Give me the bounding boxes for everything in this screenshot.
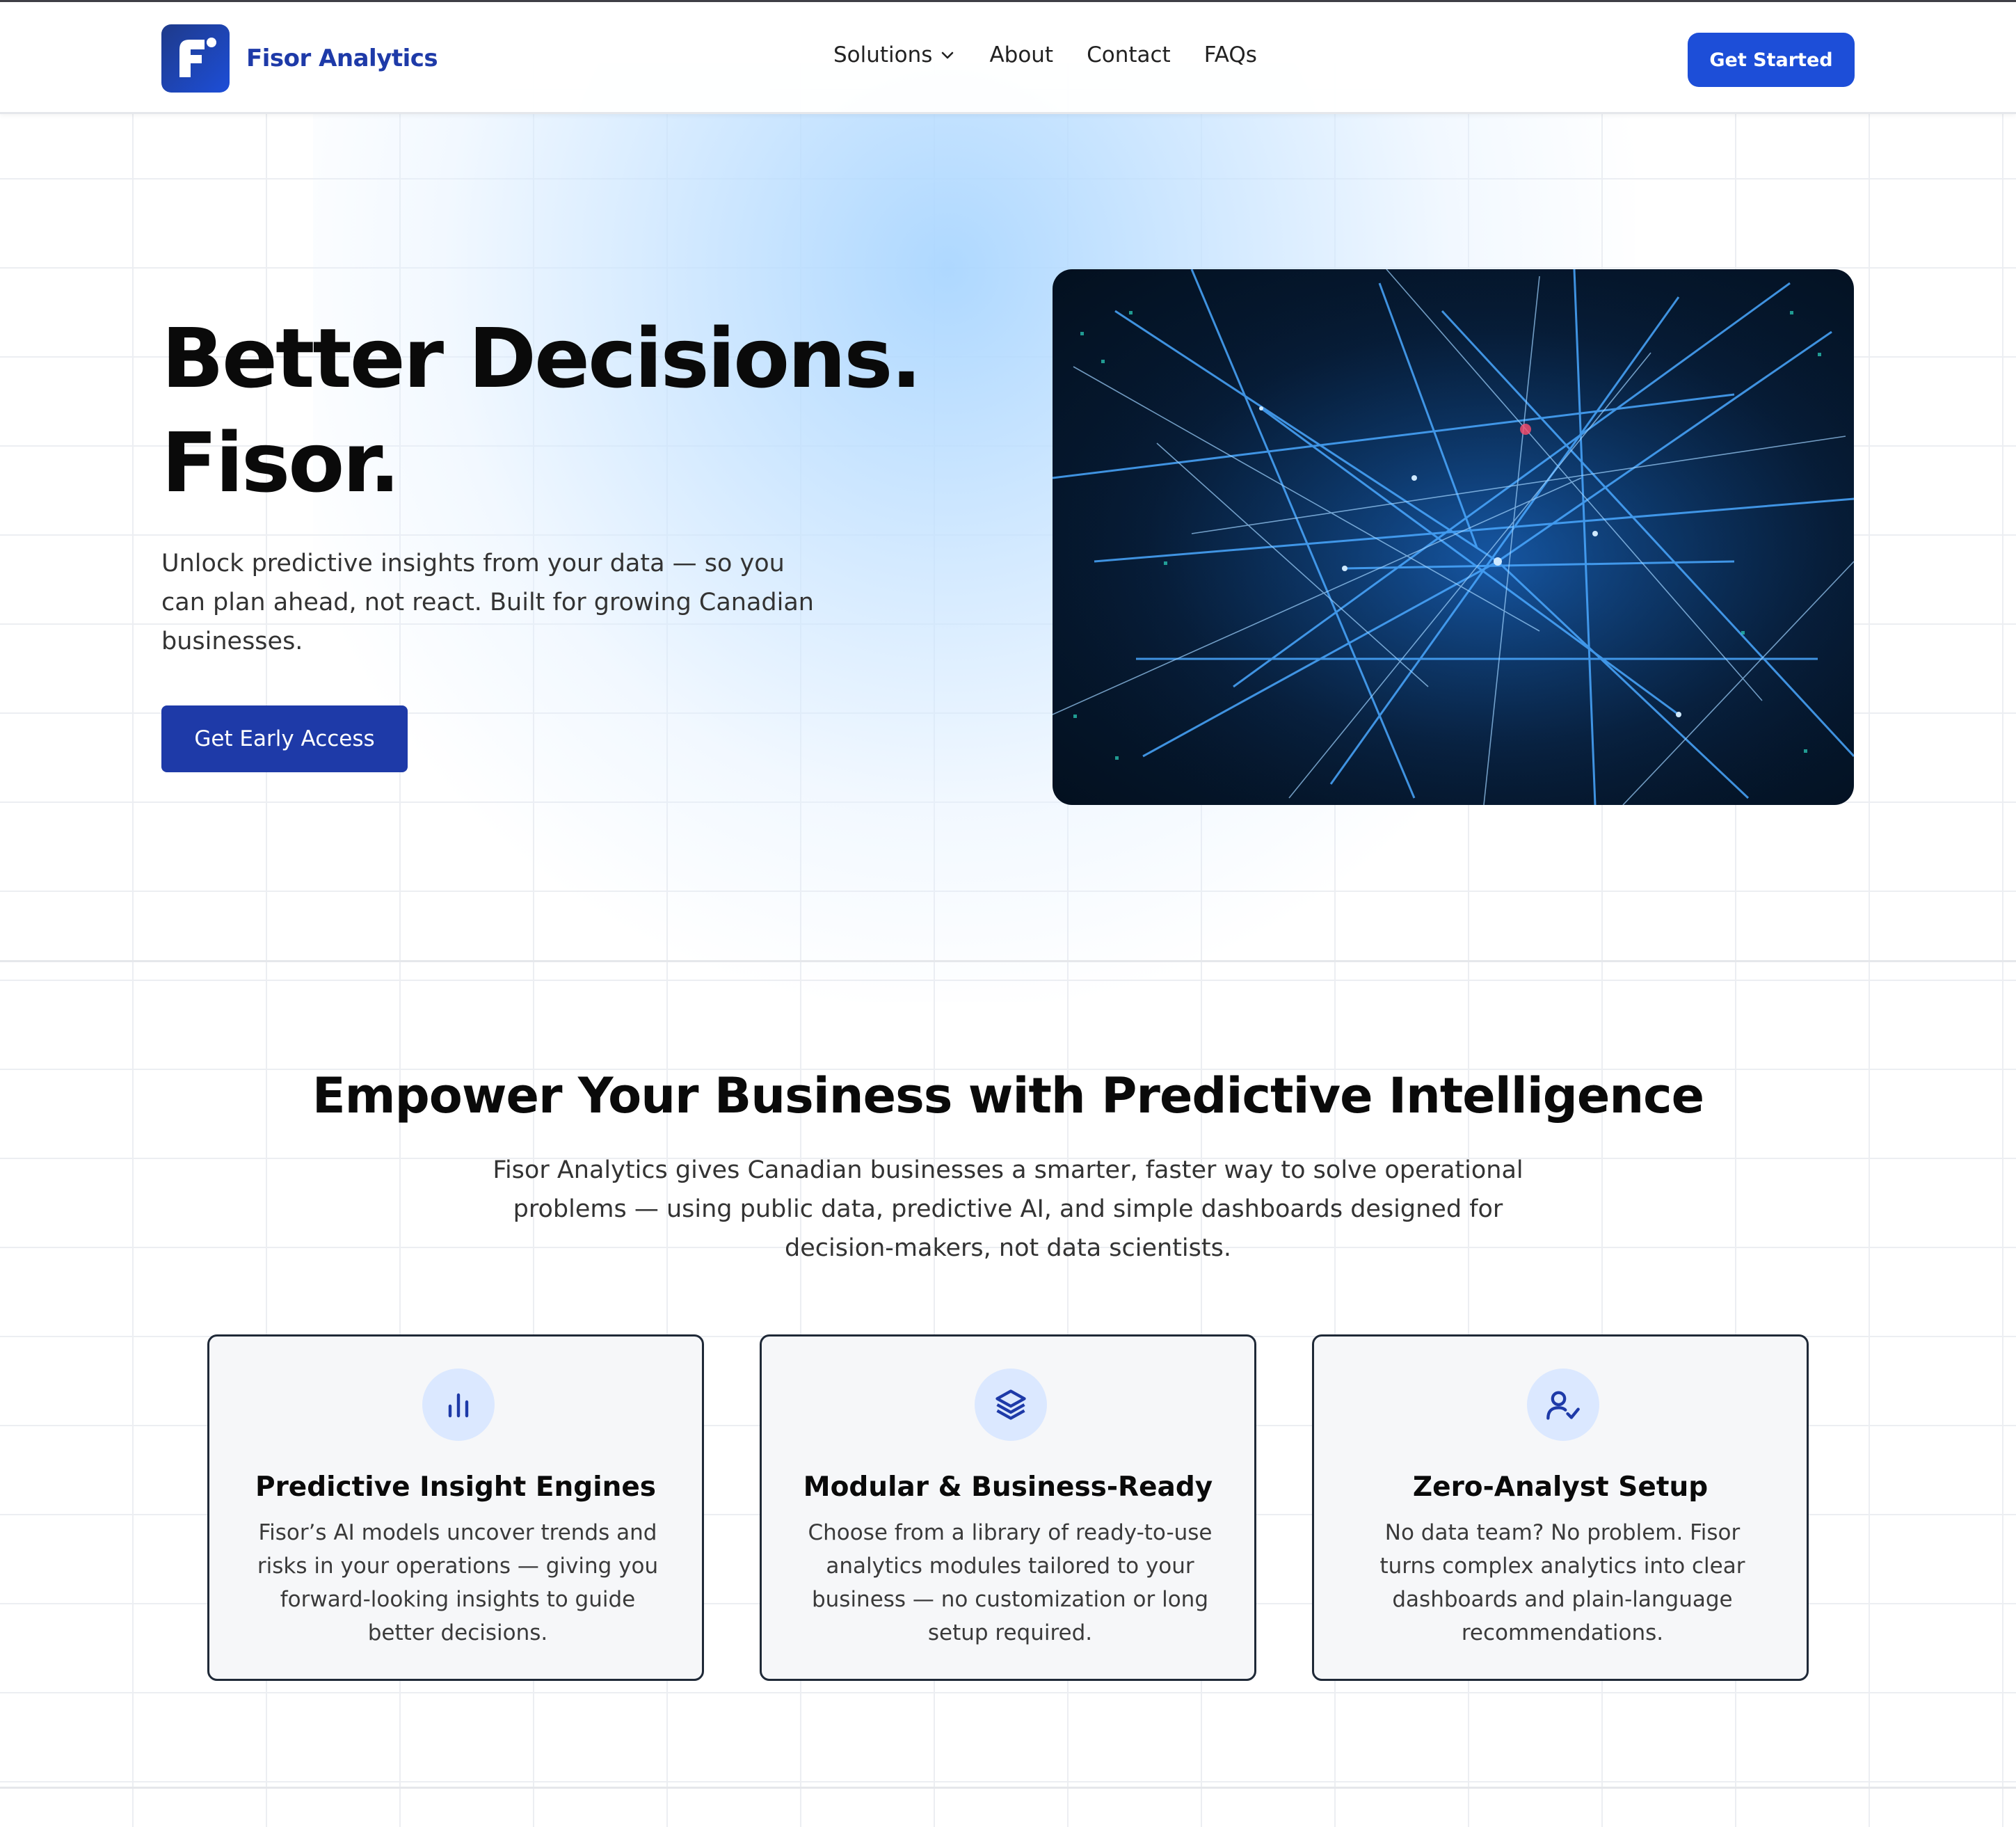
card-title: Predictive Insight Engines [255,1471,656,1503]
get-early-access-button[interactable]: Get Early Access [161,705,408,772]
card-body: No data team? No problem. Fisor turns co… [1379,1520,1745,1645]
nav-solutions[interactable]: Solutions [833,42,956,67]
card-title: Zero-Analyst Setup [1412,1471,1709,1503]
layers-icon [975,1369,1047,1441]
hero-title: Better Decisions. Fisor. [161,306,1066,515]
feature-card-modular: Modular & Business-Ready Choose from a l… [760,1334,1256,1681]
nav-faqs[interactable]: FAQs [1204,42,1257,67]
feature-card-zero-analyst: Zero-Analyst Setup No data team? No prob… [1312,1334,1809,1681]
bar-chart-icon [422,1369,495,1441]
section-title: Empower Your Business with Predictive In… [312,1067,1704,1124]
logo-icon [161,24,230,93]
card-body: Fisor’s AI models uncover trends and ris… [257,1520,659,1645]
chevron-down-icon [942,51,954,59]
main-nav: Solutions About Contact FAQs [833,42,1290,67]
section-description: Fisor Analytics gives Canadian businesse… [493,1156,1523,1262]
nav-solutions-label: Solutions [833,42,933,67]
card-body: Choose from a library of ready-to-use an… [808,1520,1213,1645]
hero-title-line-1: Better Decisions. [161,310,922,406]
hero-title-line-2: Fisor. [161,415,401,511]
section-divider [0,960,2016,962]
brand-name: Fisor Analytics [246,45,438,72]
user-check-icon [1527,1369,1599,1441]
nav-about[interactable]: About [989,42,1053,67]
feature-card-predictive: Predictive Insight Engines Fisor’s AI mo… [207,1334,704,1681]
nav-contact[interactable]: Contact [1087,42,1171,67]
hero-network-image [1053,269,1854,805]
hero-subtitle: Unlock predictive insights from your dat… [161,550,814,655]
network-illustration [1053,269,1854,805]
section-divider [0,1787,2016,1789]
card-title: Modular & Business-Ready [803,1471,1213,1503]
get-started-button[interactable]: Get Started [1688,33,1855,87]
site-header: Fisor Analytics Solutions About Contact … [0,0,2016,114]
brand-logo[interactable]: Fisor Analytics [161,24,438,93]
